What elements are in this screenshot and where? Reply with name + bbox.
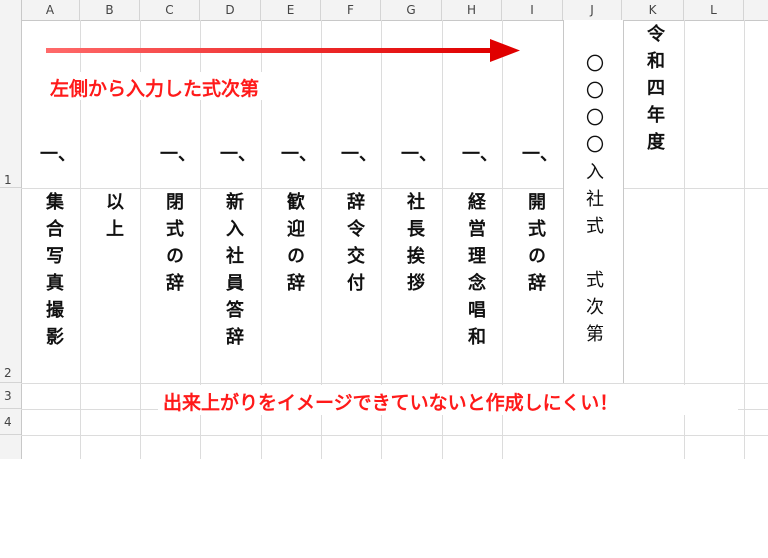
column-header-c[interactable]: C bbox=[140, 0, 200, 20]
column-header-a[interactable]: A bbox=[21, 0, 80, 20]
item-closing-address: 閉式の辞 bbox=[163, 192, 184, 300]
column-header-l[interactable]: L bbox=[684, 0, 744, 20]
item-end: 以上 bbox=[103, 192, 124, 246]
item-appointment: 辞令交付 bbox=[344, 192, 365, 300]
item-dash-i: 一、 bbox=[522, 144, 558, 165]
annotation-bottom-label: 出来上がりをイメージできていないと作成しにくい！ bbox=[163, 392, 619, 414]
gridline bbox=[744, 20, 745, 459]
column-header-d[interactable]: D bbox=[200, 0, 261, 20]
row-header-2[interactable]: 2 bbox=[0, 188, 21, 383]
item-dash-c: 一、 bbox=[160, 144, 196, 165]
document-title: 令和四年度 bbox=[644, 24, 665, 159]
select-all-corner[interactable] bbox=[0, 0, 22, 20]
arrow-right-icon bbox=[46, 39, 520, 62]
document-heading: 〇〇〇〇入社式 式次第 bbox=[583, 54, 604, 351]
gridline bbox=[21, 188, 768, 189]
row-header-3[interactable]: 3 bbox=[0, 383, 21, 409]
item-president-greeting: 社長挨拶 bbox=[404, 192, 425, 300]
item-new-employee-reply: 新入社員答辞 bbox=[223, 192, 244, 354]
column-header-b[interactable]: B bbox=[80, 0, 140, 20]
item-group-photo: 集合写真撮影 bbox=[43, 192, 64, 354]
row-header-bar: 1 2 3 4 bbox=[0, 20, 22, 459]
annotation-top-label: 左側から入力した式次第 bbox=[50, 78, 260, 100]
item-philosophy-recital: 経営理念唱和 bbox=[465, 192, 486, 354]
column-header-h[interactable]: H bbox=[442, 0, 502, 20]
column-header-e[interactable]: E bbox=[261, 0, 321, 20]
gridline bbox=[21, 383, 768, 384]
item-opening-address: 開式の辞 bbox=[525, 192, 546, 300]
column-header-f[interactable]: F bbox=[321, 0, 381, 20]
column-header-i[interactable]: I bbox=[502, 0, 563, 20]
item-dash-d: 一、 bbox=[220, 144, 256, 165]
column-header-g[interactable]: G bbox=[381, 0, 442, 20]
item-dash-h: 一、 bbox=[462, 144, 498, 165]
item-dash-a: 一、 bbox=[40, 144, 76, 165]
item-welcome-address: 歓迎の辞 bbox=[284, 192, 305, 300]
item-dash-e: 一、 bbox=[281, 144, 317, 165]
column-header-bar: A B C D E F G H I J K L bbox=[0, 0, 768, 21]
column-header-k[interactable]: K bbox=[622, 0, 684, 20]
row-header-4[interactable]: 4 bbox=[0, 409, 21, 435]
item-dash-f: 一、 bbox=[341, 144, 377, 165]
column-header-j[interactable]: J bbox=[563, 0, 622, 20]
gridline bbox=[21, 435, 768, 436]
row-header-1[interactable]: 1 bbox=[0, 20, 21, 188]
item-dash-g: 一、 bbox=[401, 144, 437, 165]
